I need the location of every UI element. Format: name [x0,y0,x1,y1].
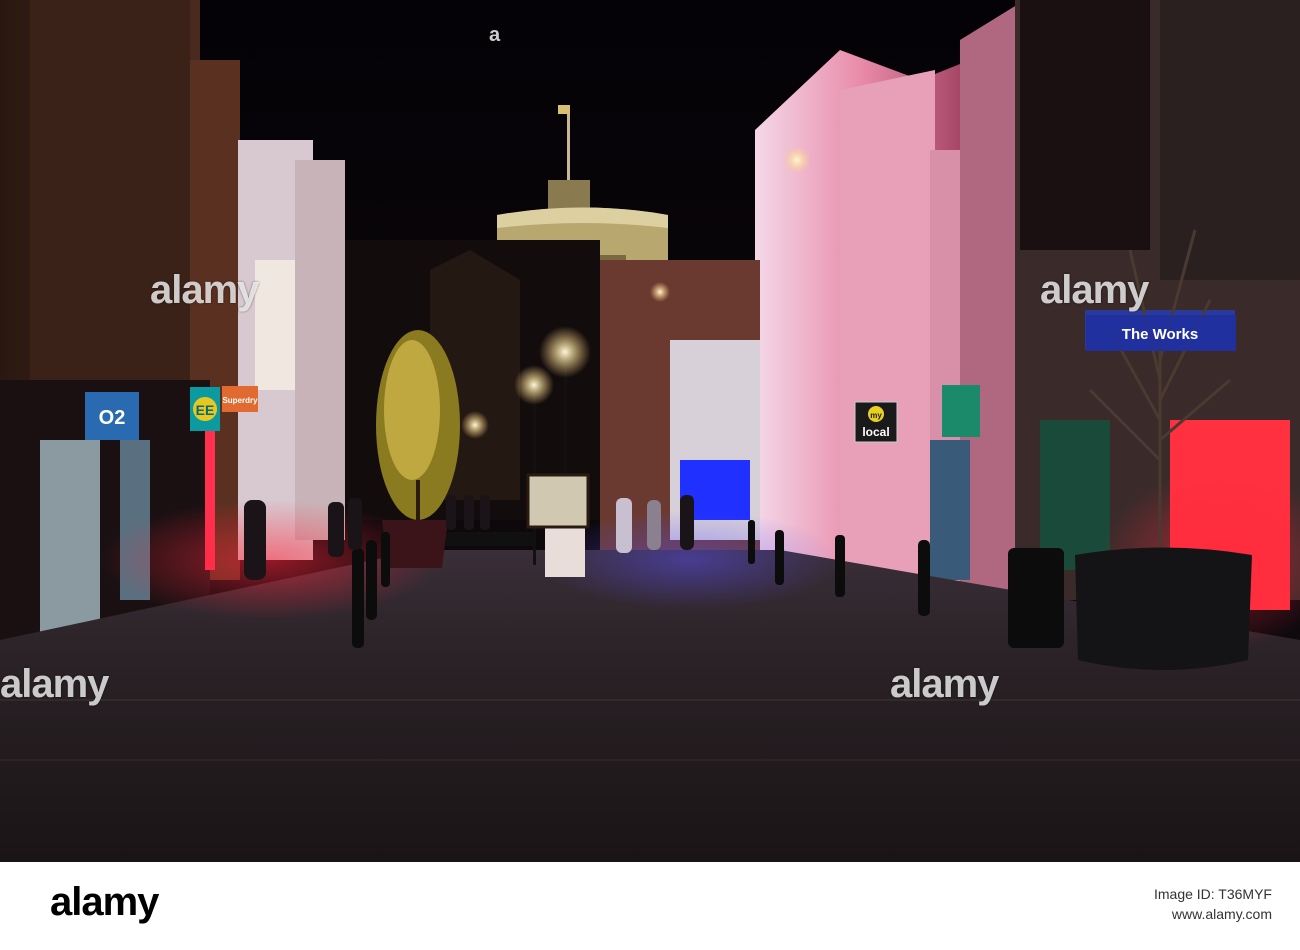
street-bin [545,525,585,577]
ee-label: EE [196,402,215,418]
watermark-text: alamy [1040,268,1149,312]
image-id-label: Image ID: T36MYF [1153,886,1272,902]
large-planter [1075,547,1252,670]
stock-photo-page: O2 EE Superdry my local The Works a alam… [0,0,1300,950]
bench [446,532,534,546]
alamy-footer-bar: alamy Image ID: T36MYF www.alamy.com [0,862,1300,950]
alamy-logo[interactable]: alamy [50,880,159,925]
site-link[interactable]: www.alamy.com [1154,904,1272,924]
watermark-id: a [489,24,501,46]
o2-sign: O2 [85,392,139,440]
litter-bin [1008,548,1064,648]
my-local-sign: my local [854,401,898,443]
the-works-label: The Works [1122,326,1198,343]
watermark-text: alamy [0,662,109,706]
o2-label: O2 [99,407,126,429]
watermark-text: alamy [890,662,999,706]
footer-meta: Image ID: T36MYF www.alamy.com [1154,884,1272,924]
local-label: local [862,425,889,439]
superdry-sign: Superdry [222,386,258,412]
green-shop-sign [942,385,980,437]
watermark-text: alamy [150,268,259,312]
night-street-photo: O2 EE Superdry my local The Works a alam… [0,0,1300,862]
info-board [526,473,590,529]
ee-sign: EE [190,387,220,431]
street-scene: O2 EE Superdry my local The Works [0,0,1300,862]
my-label: my [870,411,882,420]
superdry-label: Superdry [222,396,258,405]
